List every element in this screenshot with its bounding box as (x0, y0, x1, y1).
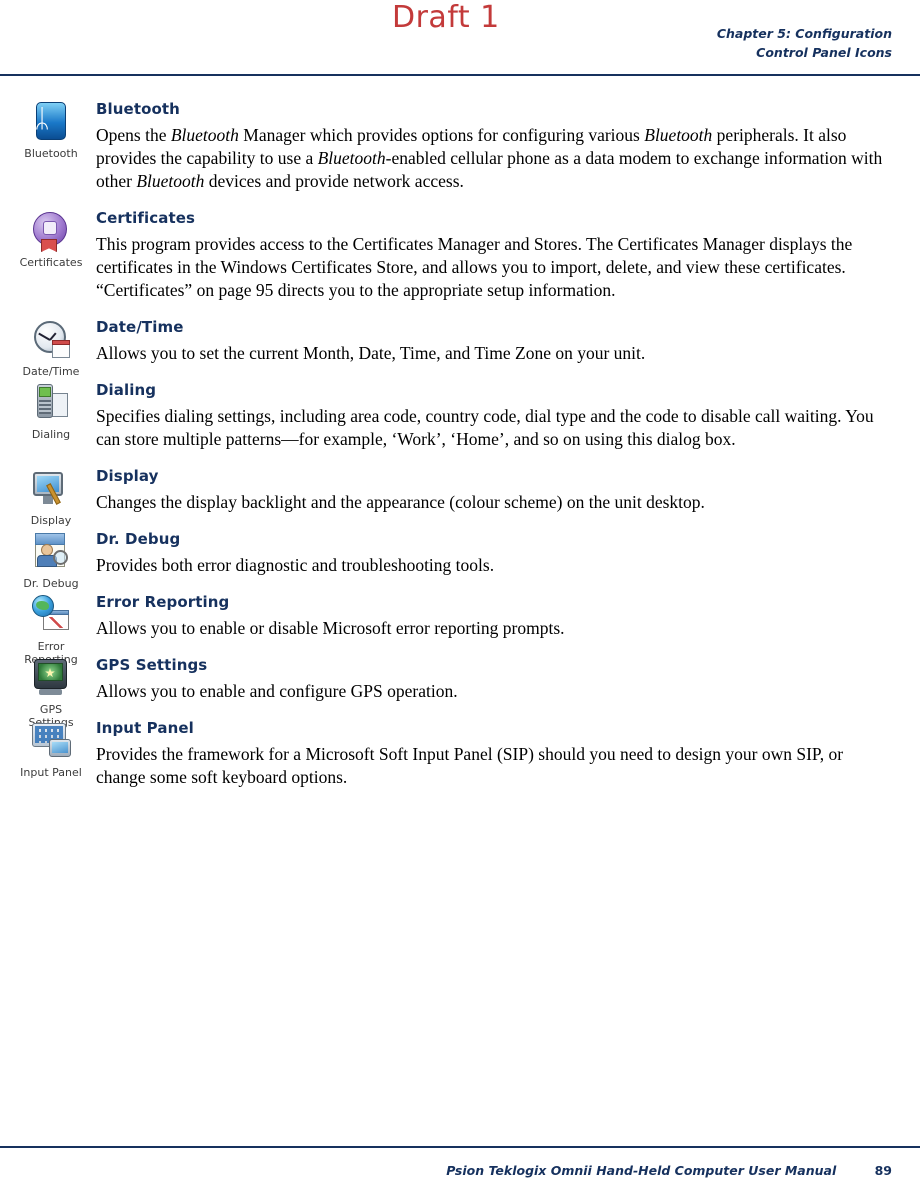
entry-title: Bluetooth (96, 100, 180, 118)
entry-title: Certificates (96, 209, 196, 227)
entry-body: Bluetooth Opens the Bluetooth Manager whi… (96, 100, 896, 193)
control-panel-entry: ᛦ Bluetooth Bluetooth Opens the Bluetooth M… (0, 100, 920, 193)
icon-caption: Date/Time (22, 365, 80, 378)
display-icon (27, 467, 75, 513)
icon-caption: Dialing (31, 428, 71, 441)
entry-title: Input Panel (96, 719, 194, 737)
footer-divider (0, 1146, 920, 1148)
header-divider (0, 74, 920, 76)
bluetooth-icon: ᛦ (27, 100, 75, 146)
entry-body: Input Panel Provides the framework for a … (96, 719, 896, 789)
dialing-icon (27, 381, 75, 427)
entries-container: ᛦ Bluetooth Bluetooth Opens the Bluetooth M… (0, 100, 920, 805)
entry-paragraph: Opens the Bluetooth Manager which provid… (96, 125, 883, 191)
footer-manual-title: Psion Teklogix Omnii Hand-Held Computer … (446, 1163, 837, 1178)
entry-body: Dialing Specifies dialing settings, inclu… (96, 381, 896, 451)
entry-title: GPS Settings (96, 656, 208, 674)
entry-title: Error Reporting (96, 593, 230, 611)
control-panel-entry: Dr. Debug Dr. Debug Provides both error di… (0, 530, 920, 590)
entry-body: Error Reporting Allows you to enable or d… (96, 593, 896, 640)
icon-caption: Dr. Debug (23, 577, 79, 590)
entry-paragraph: Allows you to enable and configure GPS o… (96, 681, 458, 701)
entry-paragraph: Changes the display backlight and the ap… (96, 492, 705, 512)
control-panel-entry: GPS SettingsGPS Settings Allows you to en… (0, 656, 920, 729)
header-section: Control Panel Icons (756, 45, 892, 60)
input-panel-icon (27, 719, 75, 765)
entry-paragraph: Provides the framework for a Microsoft S… (96, 744, 844, 787)
control-panel-entry: Input Panel Input Panel Provides the frame… (0, 719, 920, 789)
control-panel-entry: Date/Time Date/Time Allows you to set the … (0, 318, 920, 378)
control-panel-entry: Dialing Dialing Specifies dialing settings… (0, 381, 920, 451)
icon-cell: Input Panel (8, 719, 94, 779)
control-panel-entry: Error ReportingError Reporting Allows you… (0, 593, 920, 666)
page-header: Chapter 5: Configuration Control Panel I… (717, 24, 892, 62)
header-chapter: Chapter 5: Configuration (716, 26, 892, 41)
icon-cell: Certificates (8, 209, 94, 269)
entry-paragraph: Allows you to enable or disable Microsof… (96, 618, 565, 638)
icon-caption: Certificates (19, 256, 83, 269)
entry-title: Date/Time (96, 318, 184, 336)
document-page: Draft 1 Chapter 5: Configuration Control… (0, 0, 920, 1190)
icon-caption: Display (30, 514, 72, 527)
entry-title: Dr. Debug (96, 530, 181, 548)
date-time-icon (27, 318, 75, 364)
entry-paragraph: Specifies dialing settings, including ar… (96, 406, 874, 449)
dr-debug-icon (27, 530, 75, 576)
icon-caption: Input Panel (20, 766, 82, 779)
icon-cell: Date/Time (8, 318, 94, 378)
icon-cell: Dialing (8, 381, 94, 441)
entry-body: Dr. Debug Provides both error diagnostic … (96, 530, 896, 577)
draft-watermark: Draft 1 (392, 0, 500, 35)
entry-title: Display (96, 467, 159, 485)
entry-body: Display Changes the display backlight and… (96, 467, 896, 514)
error-reporting-icon (27, 593, 75, 639)
entry-paragraph: Provides both error diagnostic and troub… (96, 555, 495, 575)
entry-title: Dialing (96, 381, 157, 399)
icon-cell: Dr. Debug (8, 530, 94, 590)
entry-paragraph: This program provides access to the Cert… (96, 234, 853, 300)
entry-body: Date/Time Allows you to set the current M… (96, 318, 896, 365)
certificates-icon (27, 209, 75, 255)
icon-caption: Bluetooth (24, 147, 78, 160)
control-panel-entry: Display Display Changes the display backli… (0, 467, 920, 527)
entry-body: GPS Settings Allows you to enable and con… (96, 656, 896, 703)
icon-cell: Display (8, 467, 94, 527)
entry-paragraph: Allows you to set the current Month, Dat… (96, 343, 646, 363)
page-number: 89 (874, 1163, 892, 1178)
icon-cell: ᛦ Bluetooth (8, 100, 94, 160)
entry-body: Certificates This program provides access… (96, 209, 896, 302)
control-panel-entry: Certificates Certificates This program pro… (0, 209, 920, 302)
gps-settings-icon (27, 656, 75, 702)
page-footer: Psion Teklogix Omnii Hand-Held Computer … (446, 1163, 892, 1178)
